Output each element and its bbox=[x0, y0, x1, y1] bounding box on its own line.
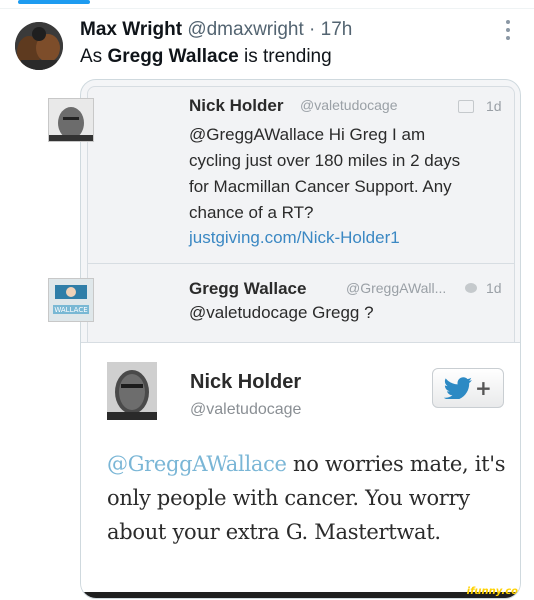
expanded-author-name: Nick Holder bbox=[190, 371, 302, 393]
thread-divider bbox=[88, 263, 514, 264]
reply-author-handle: @GreggAWall... bbox=[346, 280, 447, 296]
top-accent-bar bbox=[18, 0, 90, 4]
expanded-tweet-text: @GreggAWallace no worries mate, it's onl… bbox=[107, 447, 517, 549]
follow-button: + bbox=[432, 368, 504, 408]
quoted-time: 1d bbox=[486, 98, 502, 114]
author-handle[interactable]: @dmaxwright bbox=[187, 19, 303, 40]
nick-holder-avatar bbox=[48, 98, 94, 142]
quoted-tweet-link: justgiving.com/Nick-Holder1 bbox=[189, 228, 400, 247]
follow-plus-sign: + bbox=[475, 376, 492, 400]
reply-author-name: Gregg Wallace bbox=[189, 279, 307, 298]
quoted-author-handle: @valetudocage bbox=[300, 97, 398, 113]
expanded-author-handle: @valetudocage bbox=[190, 401, 302, 418]
author-name[interactable]: Max Wright bbox=[80, 19, 182, 40]
reply-time: 1d bbox=[486, 280, 502, 296]
trending-topic-link[interactable]: Gregg Wallace bbox=[107, 46, 238, 67]
nick-holder-large-avatar bbox=[107, 362, 157, 420]
watermark-band bbox=[81, 592, 520, 598]
separator-dot: · bbox=[309, 19, 316, 40]
more-options-icon[interactable] bbox=[498, 16, 518, 44]
gregg-wallace-avatar: WALLACE bbox=[48, 278, 94, 322]
post-time[interactable]: 17h bbox=[321, 19, 353, 40]
post-text: As Gregg Wallace is trending bbox=[80, 45, 332, 69]
top-divider bbox=[0, 8, 534, 9]
post-header: Max Wright @dmaxwright · 17h bbox=[80, 18, 352, 42]
twitter-bird-icon bbox=[443, 377, 472, 399]
author-avatar[interactable] bbox=[15, 22, 63, 70]
expanded-mention: @GreggAWallace bbox=[107, 452, 287, 476]
post-text-suffix: is trending bbox=[238, 46, 332, 67]
reply-bubble-icon bbox=[465, 283, 477, 293]
avatar-caption: WALLACE bbox=[54, 306, 87, 314]
watermark: ifunny.co bbox=[466, 586, 518, 597]
quoted-tweet-text: @GreggAWallace Hi Greg I am cycling just… bbox=[189, 125, 461, 222]
post-text-prefix: As bbox=[80, 46, 108, 67]
quoted-author-name: Nick Holder bbox=[189, 96, 284, 115]
compose-icon bbox=[458, 100, 474, 113]
reply-tweet-text: @valetudocage Gregg ? bbox=[189, 303, 374, 322]
